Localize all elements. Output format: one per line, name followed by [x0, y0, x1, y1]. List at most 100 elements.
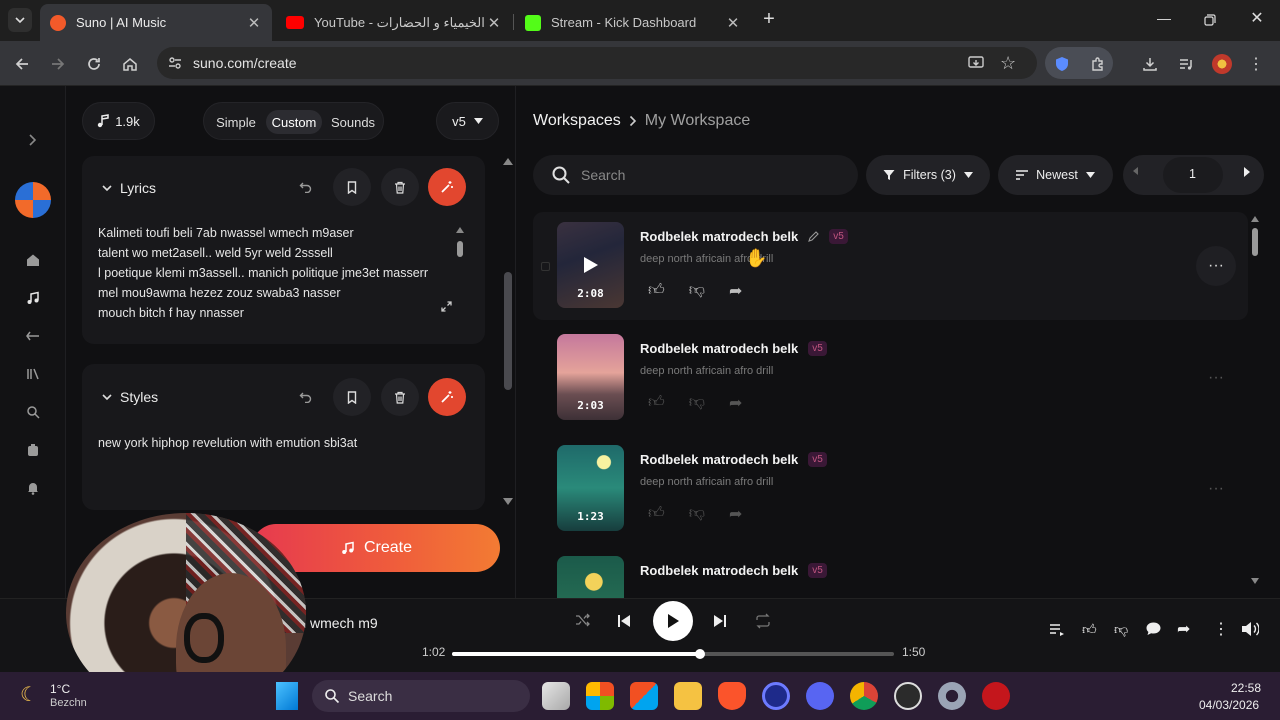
- panel-scrollbar-down[interactable]: [503, 498, 513, 505]
- song-title[interactable]: Rodbelek matrodech belk v5: [640, 229, 848, 244]
- mode-custom[interactable]: Custom: [266, 110, 322, 134]
- like-icon[interactable]: 👍︎: [1082, 621, 1097, 638]
- mode-sounds[interactable]: Sounds: [326, 110, 380, 134]
- comment-icon[interactable]: [1145, 621, 1162, 637]
- workspace-search-input[interactable]: Search: [533, 155, 858, 195]
- song-row[interactable]: 1:23 Rodbelek matrodech belk v5 deep nor…: [533, 435, 1248, 543]
- profile-avatar[interactable]: [1210, 52, 1234, 76]
- task-view-icon[interactable]: [542, 682, 570, 710]
- select-checkbox[interactable]: [541, 262, 550, 271]
- close-icon[interactable]: ✕: [723, 13, 743, 33]
- share-icon[interactable]: ➦: [729, 504, 742, 524]
- home-button[interactable]: [118, 52, 142, 76]
- tab-search-button[interactable]: [8, 8, 32, 32]
- like-icon[interactable]: 👍︎: [648, 393, 665, 413]
- song-title[interactable]: Rodbelek matrodech belk v5: [640, 452, 827, 467]
- credits-pill[interactable]: 1.9k: [82, 102, 155, 140]
- user-avatar[interactable]: [15, 182, 51, 218]
- menu-kebab-icon[interactable]: ⋮: [1244, 52, 1268, 76]
- lyrics-line[interactable]: Kalimeti toufi beli 7ab nwassel wmech m9…: [98, 223, 354, 243]
- dislike-icon[interactable]: 👎︎: [689, 281, 705, 301]
- lyrics-line[interactable]: l poetique klemi m3assell.. manich polit…: [98, 263, 428, 283]
- previous-track-button[interactable]: [616, 613, 632, 629]
- song-title[interactable]: Rodbelek matrodech belk v5: [640, 341, 827, 356]
- share-icon[interactable]: ➦: [729, 393, 742, 413]
- generate-lyrics-button[interactable]: [428, 168, 466, 206]
- song-cover[interactable]: [557, 556, 624, 598]
- search-icon[interactable]: [21, 400, 45, 424]
- hooks-icon[interactable]: [21, 438, 45, 462]
- save-styles-button[interactable]: [333, 378, 371, 416]
- studio-icon[interactable]: [21, 324, 45, 348]
- panel-scrollbar-thumb[interactable]: [504, 272, 512, 390]
- shield-extension-icon[interactable]: [1050, 52, 1074, 76]
- app-circle-icon[interactable]: [762, 682, 790, 710]
- styles-text[interactable]: new york hiphop revelution with emution …: [98, 433, 357, 453]
- reload-button[interactable]: [82, 52, 106, 76]
- file-explorer-icon[interactable]: [674, 682, 702, 710]
- song-cover[interactable]: 2:03: [557, 334, 624, 420]
- back-button[interactable]: [10, 52, 34, 76]
- weather-widget[interactable]: ☾ 1°C Bezchn: [20, 680, 100, 712]
- expand-chevron-icon[interactable]: [21, 128, 45, 152]
- dislike-icon[interactable]: 👎︎: [689, 504, 705, 524]
- lyrics-header[interactable]: Lyrics: [102, 180, 156, 196]
- chrome-icon[interactable]: [850, 682, 878, 710]
- song-row[interactable]: 2:03 Rodbelek matrodech belk v5 deep nor…: [533, 324, 1248, 432]
- song-more-button[interactable]: ···: [1196, 246, 1236, 286]
- download-icon[interactable]: [1138, 52, 1162, 76]
- song-more-button[interactable]: ···: [1196, 469, 1236, 509]
- share-icon[interactable]: ➦: [729, 281, 742, 301]
- lyrics-scroll-thumb[interactable]: [457, 241, 463, 257]
- clear-lyrics-button[interactable]: [381, 168, 419, 206]
- song-cover[interactable]: 1:23: [557, 445, 624, 531]
- lyrics-line[interactable]: mouch bitch f hay nnasser: [98, 303, 244, 323]
- lyrics-line[interactable]: talent wo met2asell.. weld 5yr weld 2sss…: [98, 243, 333, 263]
- lyrics-line[interactable]: mel mou9awma hezez zouz swaba3 nasser: [98, 283, 340, 303]
- undo-button[interactable]: [286, 168, 324, 206]
- dislike-icon[interactable]: 👎︎: [689, 393, 705, 413]
- like-icon[interactable]: 👍︎: [648, 281, 665, 301]
- breadcrumb-workspaces[interactable]: Workspaces: [533, 112, 621, 130]
- styles-header[interactable]: Styles: [102, 389, 158, 405]
- generate-styles-button[interactable]: [428, 378, 466, 416]
- obs-icon[interactable]: [894, 682, 922, 710]
- next-page-button[interactable]: [1244, 167, 1250, 177]
- clock-time[interactable]: 22:58: [1231, 681, 1261, 695]
- song-row[interactable]: Rodbelek matrodech belk v5: [533, 546, 1248, 598]
- restore-button[interactable]: [1198, 8, 1222, 32]
- start-button[interactable]: [276, 682, 298, 710]
- brave-browser-icon[interactable]: [718, 682, 746, 710]
- lyrics-scroll-up[interactable]: [456, 227, 464, 233]
- site-info-icon[interactable]: [167, 55, 183, 71]
- progress-knob[interactable]: [694, 649, 705, 659]
- song-row[interactable]: 2:08 Rodbelek matrodech belk v5 deep nor…: [533, 212, 1248, 320]
- tab-suno[interactable]: Suno | AI Music ✕: [40, 4, 272, 41]
- repeat-button[interactable]: [755, 613, 771, 629]
- settings-gear-icon[interactable]: [938, 682, 966, 710]
- list-scroll-thumb[interactable]: [1252, 228, 1258, 256]
- taskbar-search[interactable]: Search: [312, 680, 530, 712]
- widgets-app-icon[interactable]: [586, 682, 614, 710]
- volume-icon[interactable]: [1241, 621, 1259, 637]
- home-icon[interactable]: [21, 248, 45, 272]
- like-icon[interactable]: 👍︎: [648, 504, 665, 524]
- prev-page-button[interactable]: [1133, 167, 1138, 175]
- undo-button[interactable]: [286, 378, 324, 416]
- minimize-button[interactable]: —: [1152, 10, 1176, 30]
- create-music-icon[interactable]: [21, 286, 45, 310]
- queue-icon[interactable]: [1049, 623, 1065, 637]
- play-pause-button[interactable]: [653, 601, 693, 641]
- shuffle-button[interactable]: [575, 613, 593, 631]
- share-icon[interactable]: ➦: [1177, 619, 1190, 639]
- media-control-icon[interactable]: [1174, 52, 1198, 76]
- panel-scrollbar-up[interactable]: [503, 158, 513, 165]
- bookmark-star-icon[interactable]: ☆: [1000, 53, 1016, 74]
- mode-simple[interactable]: Simple: [210, 110, 262, 134]
- puzzle-extensions-icon[interactable]: [1086, 52, 1110, 76]
- address-bar[interactable]: suno.com/create ☆: [157, 47, 1037, 79]
- more-kebab-icon[interactable]: ⋮: [1213, 619, 1229, 639]
- save-lyrics-button[interactable]: [333, 168, 371, 206]
- sort-button[interactable]: Newest: [998, 155, 1113, 195]
- song-title[interactable]: Rodbelek matrodech belk v5: [640, 563, 827, 578]
